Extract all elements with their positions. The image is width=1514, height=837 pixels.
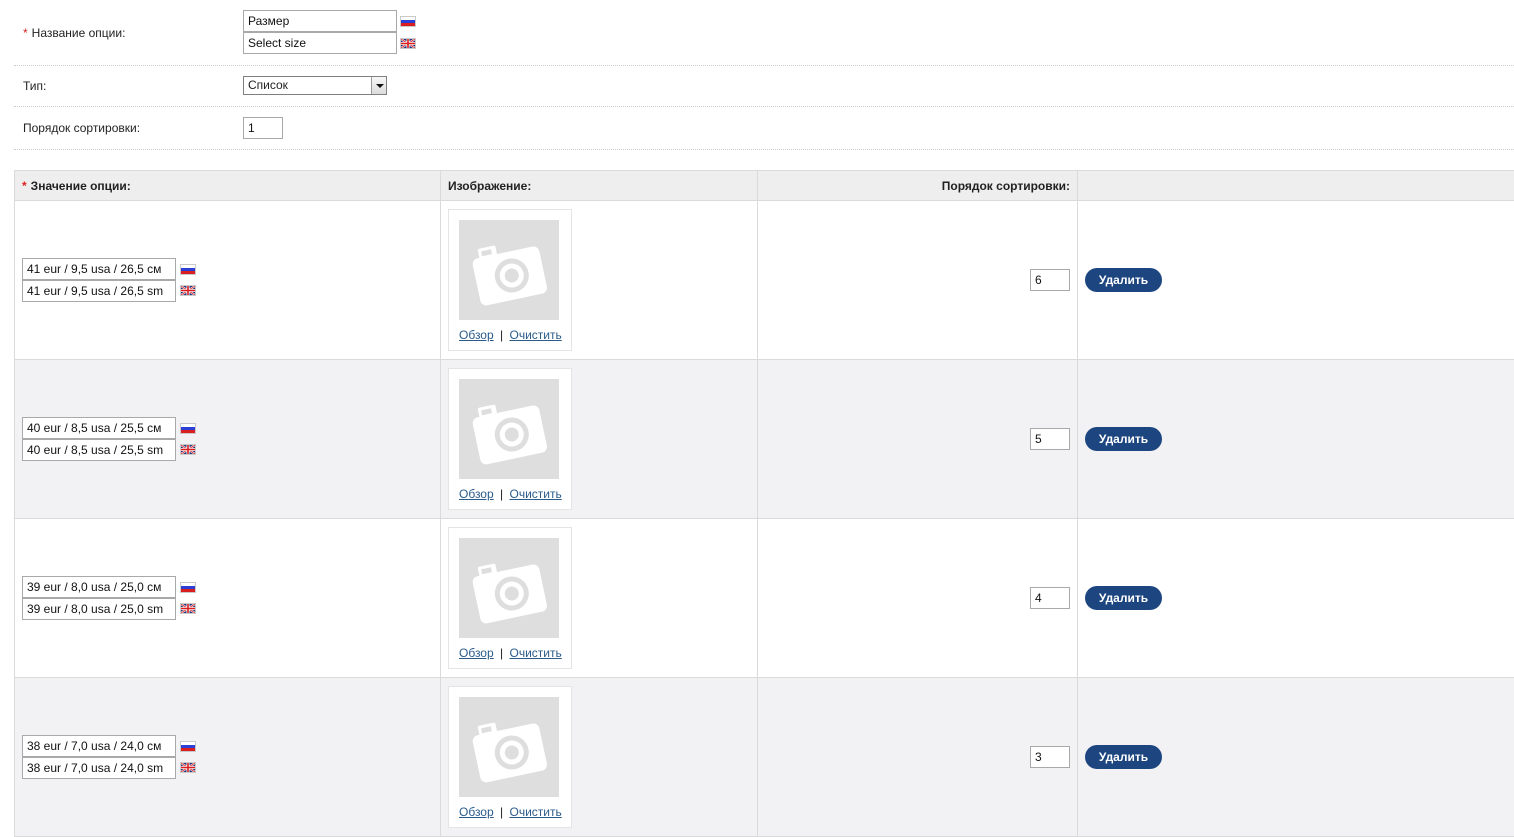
link-separator: | (500, 487, 503, 501)
sort-order-input[interactable]: 1 (243, 117, 283, 139)
value-ru-input[interactable]: 39 eur / 8,0 usa / 25,0 см (22, 576, 176, 598)
russian-flag-icon (180, 423, 196, 434)
sort-cell: 4 (758, 519, 1078, 678)
action-cell: Удалить (1078, 678, 1514, 837)
option-name-label: * Название опции: (23, 26, 125, 40)
camera-icon (459, 697, 559, 797)
image-box: Обзор | Очистить (448, 527, 572, 669)
action-cell: Удалить (1078, 519, 1514, 678)
image-cell: Обзор | Очистить (441, 519, 758, 678)
image-box: Обзор | Очистить (448, 686, 572, 828)
value-column-header: * Значение опции: (15, 171, 441, 201)
required-marker: * (23, 26, 28, 40)
link-separator: | (500, 328, 503, 342)
value-cell: 38 eur / 7,0 usa / 24,0 см 38 eur / 7,0 … (15, 678, 441, 837)
option-values-table: * Значение опции: Изображение: Порядок со… (14, 170, 1514, 837)
link-separator: | (500, 805, 503, 819)
delete-button[interactable]: Удалить (1085, 745, 1162, 769)
clear-link[interactable]: Очистить (509, 328, 561, 342)
option-name-ru-input[interactable]: Размер (243, 10, 397, 32)
value-en-input[interactable]: 41 eur / 9,5 usa / 26,5 sm (22, 280, 176, 302)
uk-flag-icon (180, 285, 196, 296)
uk-flag-icon (180, 762, 196, 773)
sort-cell: 5 (758, 360, 1078, 519)
russian-flag-icon (180, 741, 196, 752)
sort-order-row: Порядок сортировки: 1 (14, 107, 1514, 150)
clear-link[interactable]: Очистить (509, 646, 561, 660)
image-links: Обзор | Очистить (459, 646, 562, 660)
browse-link[interactable]: Обзор (459, 805, 494, 819)
type-row: Тип: Список (14, 66, 1514, 107)
chevron-down-icon[interactable] (371, 77, 386, 94)
sort-order-input[interactable]: 5 (1030, 428, 1070, 450)
option-name-en-input[interactable]: Select size (243, 32, 397, 54)
type-label: Тип: (23, 79, 46, 93)
required-marker: * (22, 179, 27, 193)
camera-icon (459, 538, 559, 638)
sort-order-input[interactable]: 3 (1030, 746, 1070, 768)
image-cell: Обзор | Очистить (441, 201, 758, 360)
image-cell: Обзор | Очистить (441, 360, 758, 519)
browse-link[interactable]: Обзор (459, 487, 494, 501)
value-ru-input[interactable]: 38 eur / 7,0 usa / 24,0 см (22, 735, 176, 757)
sort-column-header: Порядок сортировки: (758, 171, 1078, 201)
image-links: Обзор | Очистить (459, 487, 562, 501)
browse-link[interactable]: Обзор (459, 646, 494, 660)
delete-button[interactable]: Удалить (1085, 427, 1162, 451)
image-thumbnail[interactable] (459, 538, 559, 638)
type-select-value: Список (248, 78, 288, 92)
image-thumbnail[interactable] (459, 220, 559, 320)
image-links: Обзор | Очистить (459, 328, 562, 342)
value-en-input[interactable]: 38 eur / 7,0 usa / 24,0 sm (22, 757, 176, 779)
table-row: 39 eur / 8,0 usa / 25,0 см 39 eur / 8,0 … (15, 519, 1514, 678)
russian-flag-icon (400, 16, 416, 27)
action-column-header (1078, 171, 1514, 201)
uk-flag-icon (400, 38, 416, 49)
sort-cell: 3 (758, 678, 1078, 837)
action-cell: Удалить (1078, 201, 1514, 360)
russian-flag-icon (180, 264, 196, 275)
image-box: Обзор | Очистить (448, 368, 572, 510)
image-cell: Обзор | Очистить (441, 678, 758, 837)
link-separator: | (500, 646, 503, 660)
camera-icon (459, 220, 559, 320)
sort-cell: 6 (758, 201, 1078, 360)
value-ru-input[interactable]: 40 eur / 8,5 usa / 25,5 см (22, 417, 176, 439)
delete-button[interactable]: Удалить (1085, 586, 1162, 610)
value-ru-input[interactable]: 41 eur / 9,5 usa / 26,5 см (22, 258, 176, 280)
option-name-label-text: Название опции: (32, 26, 126, 40)
camera-icon (459, 379, 559, 479)
russian-flag-icon (180, 582, 196, 593)
browse-link[interactable]: Обзор (459, 328, 494, 342)
value-cell: 40 eur / 8,5 usa / 25,5 см 40 eur / 8,5 … (15, 360, 441, 519)
table-row: 41 eur / 9,5 usa / 26,5 см 41 eur / 9,5 … (15, 201, 1514, 360)
table-header: * Значение опции: Изображение: Порядок со… (15, 171, 1514, 201)
value-en-input[interactable]: 40 eur / 8,5 usa / 25,5 sm (22, 439, 176, 461)
value-column-header-label: Значение опции: (31, 179, 131, 193)
type-select[interactable]: Список (243, 76, 387, 95)
uk-flag-icon (180, 603, 196, 614)
sort-order-input[interactable]: 6 (1030, 269, 1070, 291)
image-thumbnail[interactable] (459, 697, 559, 797)
clear-link[interactable]: Очистить (509, 487, 561, 501)
image-column-header: Изображение: (441, 171, 758, 201)
image-links: Обзор | Очистить (459, 805, 562, 819)
table-row: 38 eur / 7,0 usa / 24,0 см 38 eur / 7,0 … (15, 678, 1514, 837)
value-en-input[interactable]: 39 eur / 8,0 usa / 25,0 sm (22, 598, 176, 620)
image-box: Обзор | Очистить (448, 209, 572, 351)
sort-order-label: Порядок сортировки: (23, 121, 140, 135)
image-thumbnail[interactable] (459, 379, 559, 479)
option-name-row: * Название опции: Размер Select size (14, 0, 1514, 66)
action-cell: Удалить (1078, 360, 1514, 519)
value-cell: 41 eur / 9,5 usa / 26,5 см 41 eur / 9,5 … (15, 201, 441, 360)
clear-link[interactable]: Очистить (509, 805, 561, 819)
table-row: 40 eur / 8,5 usa / 25,5 см 40 eur / 8,5 … (15, 360, 1514, 519)
value-cell: 39 eur / 8,0 usa / 25,0 см 39 eur / 8,0 … (15, 519, 441, 678)
sort-order-input[interactable]: 4 (1030, 587, 1070, 609)
delete-button[interactable]: Удалить (1085, 268, 1162, 292)
uk-flag-icon (180, 444, 196, 455)
